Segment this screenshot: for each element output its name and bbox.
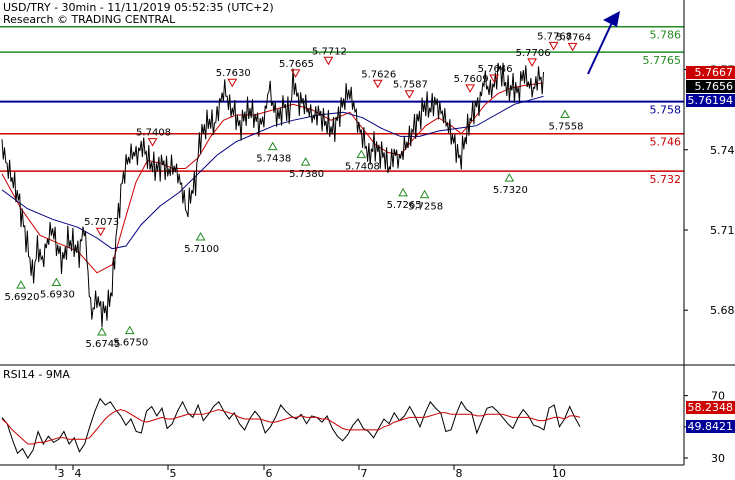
time-tick-label: 8 — [456, 467, 463, 480]
time-tick-label: 3 — [58, 467, 65, 480]
swing-high-label: 5.7587 — [393, 80, 428, 91]
swing-high-label: 5.7706 — [516, 48, 551, 59]
price-axis-badges: 5.76675.76565.76194 — [686, 66, 735, 107]
time-tick-label: 7 — [361, 467, 368, 480]
rsi-badge-label: 58.2348 — [688, 401, 734, 414]
rsi-panel-title: RSI14 - 9MA — [3, 368, 70, 381]
swing-low-label: 5.7438 — [256, 154, 291, 165]
time-tick-label: 6 — [266, 467, 273, 480]
swing-high-label: 5.7626 — [361, 69, 396, 80]
price-tick-label: 5.71 — [710, 224, 735, 237]
level-label: 5.7765 — [643, 54, 682, 67]
swing-high-label: 5.7764 — [556, 32, 591, 43]
swing-low-label: 5.7258 — [408, 202, 443, 213]
swing-low-label: 5.7320 — [493, 185, 528, 196]
price-chart: 5.7865.77655.7585.7465.732 5.70735.74085… — [0, 0, 735, 480]
swing-high-label: 5.7609 — [454, 74, 489, 85]
swing-low-label: 5.7408 — [345, 162, 380, 173]
time-tick-label: 10 — [552, 467, 566, 480]
level-label: 5.758 — [650, 104, 682, 117]
price-tick-label: 5.68 — [710, 304, 735, 317]
level-label: 5.746 — [650, 136, 682, 149]
chart-subtitle: Research © TRADING CENTRAL — [3, 13, 176, 26]
price-badge-label: 5.76194 — [688, 94, 734, 107]
swing-low-label: 5.6930 — [40, 289, 75, 300]
rsi-tick-label: 30 — [711, 452, 725, 465]
swing-high-label: 5.7712 — [312, 46, 347, 57]
level-label: 5.786 — [650, 29, 682, 42]
rsi-badge-label: 49.8421 — [688, 420, 734, 433]
price-badge-label: 5.7656 — [695, 80, 734, 93]
swing-low-label: 5.7100 — [184, 244, 219, 255]
time-tick-label: 4 — [75, 467, 82, 480]
swing-low-label: 5.6750 — [113, 338, 148, 349]
swing-high-label: 5.7665 — [279, 59, 314, 70]
level-label: 5.732 — [650, 173, 682, 186]
swing-high-label: 5.7073 — [84, 217, 119, 228]
price-tick-label: 5.74 — [710, 144, 735, 157]
swing-low-label: 5.6920 — [4, 292, 39, 303]
price-badge-label: 5.7667 — [695, 66, 734, 79]
swing-low-label: 5.7558 — [549, 121, 584, 132]
swing-high-label: 5.7630 — [216, 68, 251, 79]
swing-high-label: 5.7646 — [478, 64, 513, 75]
time-tick-label: 5 — [170, 467, 177, 480]
swing-low-label: 5.7380 — [289, 169, 324, 180]
swing-high-label: 5.7408 — [136, 128, 171, 139]
